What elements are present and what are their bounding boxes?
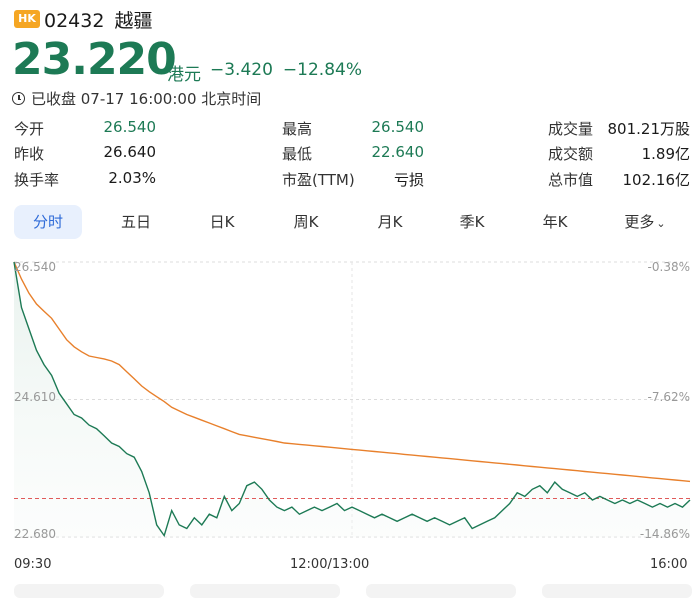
bottom-card[interactable]	[190, 584, 340, 598]
y-label-left-mid: 24.610	[14, 390, 56, 404]
stat-label-volume: 成交量	[548, 120, 594, 138]
current-price: 23.220	[12, 34, 177, 85]
stat-value-turnover-rate: 2.03%	[108, 169, 156, 187]
stat-value-prev-close: 26.640	[103, 143, 157, 161]
tab-quarterly-k[interactable]: 季K	[438, 205, 506, 239]
tab-intraday[interactable]: 分时	[14, 205, 82, 239]
bottom-card[interactable]	[542, 584, 692, 598]
y-label-left-bottom: 22.680	[14, 527, 56, 541]
tab-five-day[interactable]: 五日	[102, 205, 170, 239]
stat-value-market-cap: 102.16亿	[622, 171, 691, 189]
status-text: 已收盘 07-17 16:00:00 北京时间	[31, 90, 262, 108]
tab-daily-k[interactable]: 日K	[188, 205, 256, 239]
stat-label-high: 最高	[282, 120, 313, 138]
stat-label-open: 今开	[14, 120, 45, 138]
y-label-left-top: 26.540	[14, 260, 56, 274]
x-label-midday: 12:00/13:00	[290, 557, 370, 572]
stat-label-pe: 市盈(TTM)	[282, 171, 355, 189]
stat-value-low: 22.640	[371, 143, 425, 161]
stat-label-amount: 成交额	[548, 145, 594, 163]
stat-value-high: 26.540	[371, 118, 425, 136]
bottom-card[interactable]	[366, 584, 516, 598]
stock-title: 02432 越疆	[44, 6, 162, 33]
bottom-card[interactable]	[14, 584, 164, 598]
tab-more-label: 更多	[624, 213, 655, 231]
x-label-close: 16:00	[650, 557, 688, 572]
market-badge: HK	[14, 10, 40, 28]
y-label-right-bottom: -14.86%	[639, 527, 690, 541]
tab-more[interactable]: 更多 ⌄	[608, 205, 682, 239]
stat-label-prev-close: 昨收	[14, 145, 45, 163]
stock-name: 越疆	[114, 10, 153, 32]
stat-label-market-cap: 总市值	[548, 171, 594, 189]
stat-label-low: 最低	[282, 145, 313, 163]
tab-monthly-k[interactable]: 月K	[356, 205, 424, 239]
market-status: 已收盘 07-17 16:00:00 北京时间	[12, 88, 261, 109]
y-label-right-top: -0.38%	[647, 260, 690, 274]
tab-yearly-k[interactable]: 年K	[521, 205, 589, 239]
stock-code: 02432	[44, 10, 105, 32]
x-label-open: 09:30	[14, 557, 52, 572]
y-label-right-mid: -7.62%	[647, 390, 690, 404]
price-change: −3.420 −12.84%	[210, 60, 372, 80]
chart-period-tabs: 分时 五日 日K 周K 月K 季K 年K 更多 ⌄	[14, 205, 686, 239]
stat-value-volume: 801.21万股	[607, 120, 691, 138]
change-value: −3.420	[210, 60, 273, 80]
price-unit: 港元	[167, 65, 201, 85]
stat-value-pe: 亏损	[393, 171, 424, 189]
tab-weekly-k[interactable]: 周K	[272, 205, 340, 239]
stat-label-turnover-rate: 换手率	[14, 171, 60, 189]
stat-value-amount: 1.89亿	[641, 145, 690, 163]
change-percent: −12.84%	[282, 60, 362, 80]
chevron-down-icon: ⌄	[656, 217, 666, 230]
stat-value-open: 26.540	[103, 118, 157, 136]
clock-icon	[12, 92, 25, 105]
intraday-chart[interactable]	[0, 250, 700, 550]
